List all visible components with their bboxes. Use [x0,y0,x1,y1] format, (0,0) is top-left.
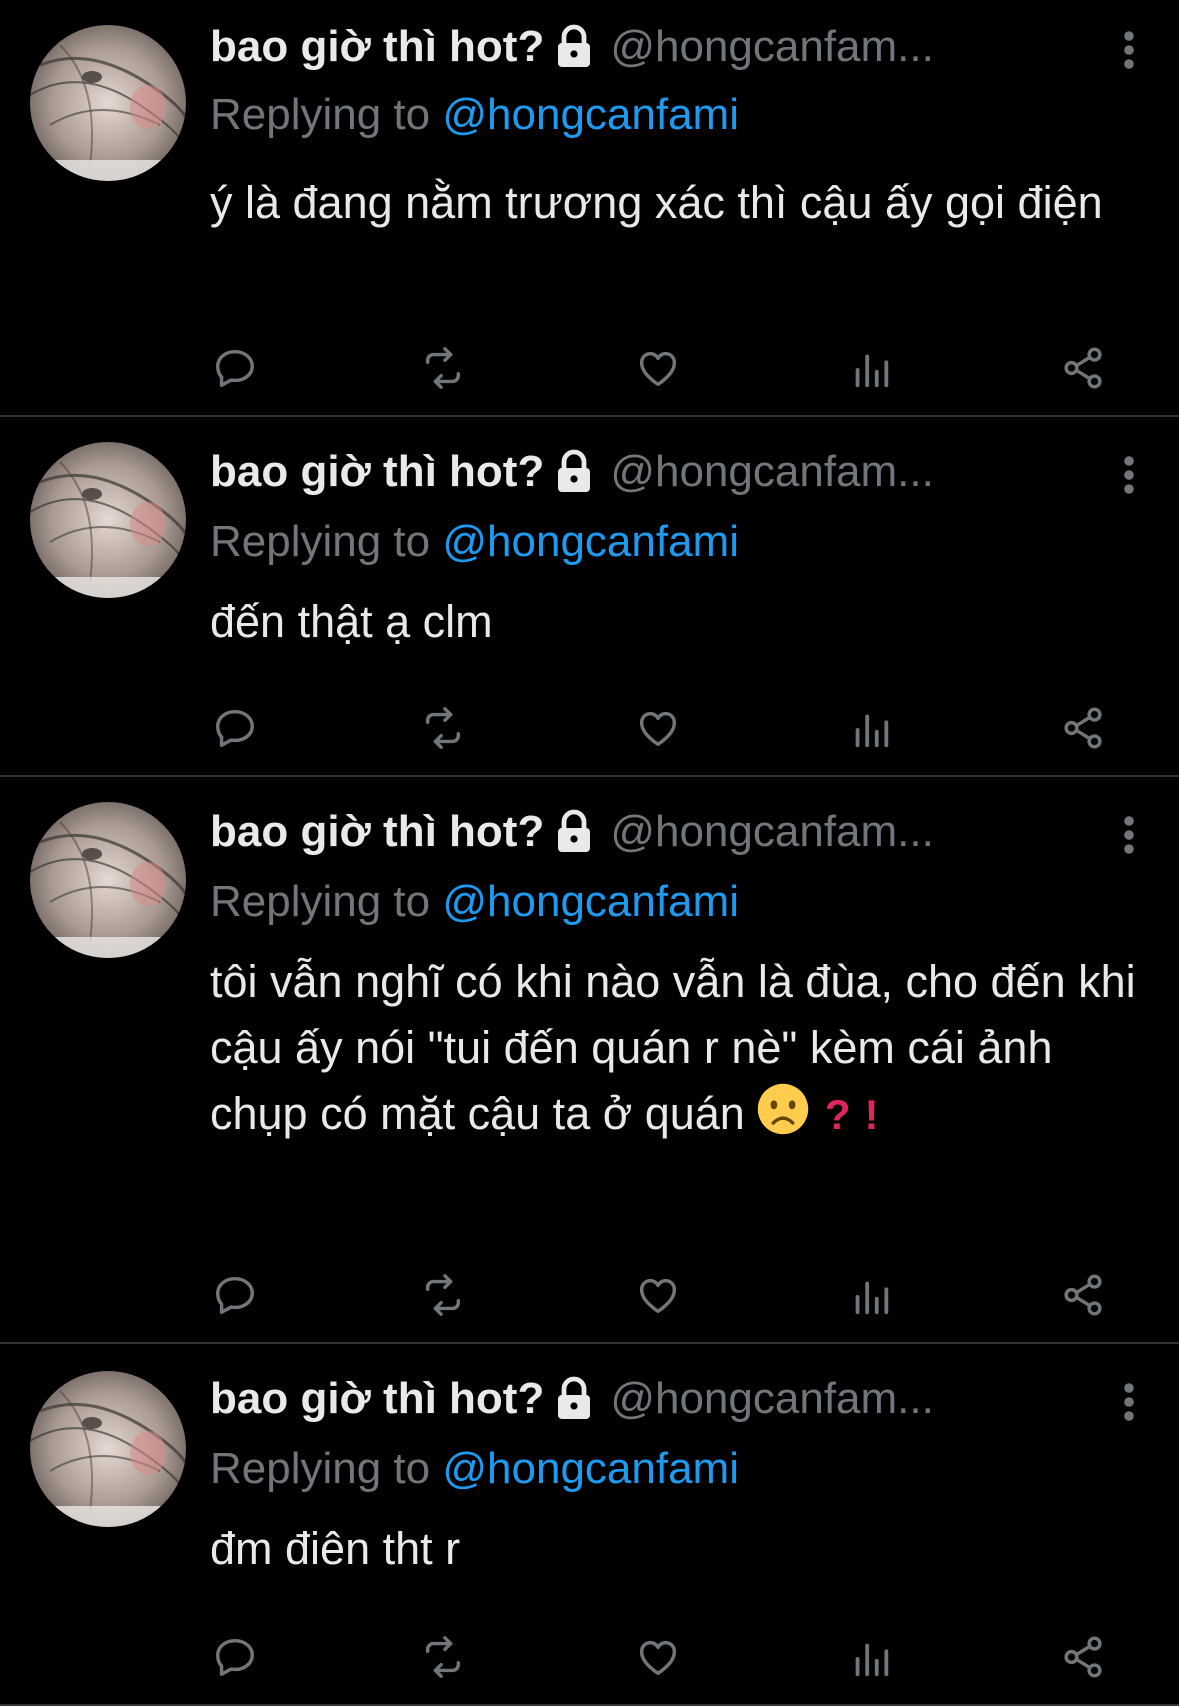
lock-icon [550,808,598,856]
replying-prefix: Replying to [210,877,443,926]
reply-icon[interactable] [212,1634,262,1684]
display-name[interactable]: bao giờ thì hot? [210,807,544,856]
replying-to-link[interactable]: @hongcanfami [442,517,739,566]
replying-to: Replying to @hongcanfami [210,1444,739,1494]
lock-icon [550,23,598,71]
retweet-icon[interactable] [420,345,470,395]
tweet-text: ý là đang nằm trương xác thì cậu ấy gọi … [210,177,1103,228]
tweet-1[interactable]: bao giờ thì hot? @hongcanfam... Replying … [0,0,1179,417]
user-handle[interactable]: @hongcanfam... [610,447,934,496]
avatar[interactable] [30,442,186,598]
retweet-icon[interactable] [420,705,470,755]
share-icon[interactable] [1060,1634,1110,1684]
replying-to-link[interactable]: @hongcanfami [442,1444,739,1493]
share-icon[interactable] [1060,705,1110,755]
heart-icon[interactable] [635,1272,685,1322]
analytics-icon[interactable] [848,1272,898,1322]
reply-icon[interactable] [212,345,262,395]
analytics-icon[interactable] [848,345,898,395]
tweet-header: bao giờ thì hot? @hongcanfam... [210,22,1090,82]
tweet-text: đm điên tht r [210,1523,461,1574]
tweet-2[interactable]: bao giờ thì hot? @hongcanfam... Replying … [0,417,1179,777]
reply-icon[interactable] [212,705,262,755]
lock-icon [550,448,598,496]
analytics-icon[interactable] [848,1634,898,1684]
user-handle[interactable]: @hongcanfam... [610,22,934,71]
worried-face-emoji [755,1081,811,1137]
tweet-text: đến thật ạ clm [210,596,493,647]
replying-prefix: Replying to [210,90,443,139]
avatar[interactable] [30,802,186,958]
replying-prefix: Replying to [210,517,443,566]
tweet-actions [210,1634,1110,1684]
heart-icon[interactable] [635,1634,685,1684]
more-vertical-icon[interactable] [1119,813,1139,857]
lock-icon [550,1375,598,1423]
share-icon[interactable] [1060,1272,1110,1322]
display-name[interactable]: bao giờ thì hot? [210,447,544,496]
analytics-icon[interactable] [848,705,898,755]
question-mark-emoji: ? [824,1091,851,1138]
display-name[interactable]: bao giờ thì hot? [210,22,544,71]
user-handle[interactable]: @hongcanfam... [610,1374,934,1423]
user-handle[interactable]: @hongcanfam... [610,807,934,856]
avatar[interactable] [30,1371,186,1527]
avatar[interactable] [30,25,186,181]
reply-icon[interactable] [212,1272,262,1322]
replying-to: Replying to @hongcanfami [210,517,739,567]
tweet-text: tôi vẫn nghĩ có khi nào vẫn là đùa, cho … [210,956,1136,1139]
tweet-actions [210,345,1110,395]
retweet-icon[interactable] [420,1634,470,1684]
retweet-icon[interactable] [420,1272,470,1322]
more-vertical-icon[interactable] [1119,28,1139,72]
replying-prefix: Replying to [210,1444,443,1493]
tweet-header: bao giờ thì hot? @hongcanfam... [210,807,1090,867]
tweet-header: bao giờ thì hot? @hongcanfam... [210,1374,1090,1434]
heart-icon[interactable] [635,345,685,395]
more-vertical-icon[interactable] [1119,1380,1139,1424]
tweet-4[interactable]: bao giờ thì hot? @hongcanfam... Replying … [0,1344,1179,1706]
replying-to: Replying to @hongcanfami [210,90,739,140]
tweet-actions [210,705,1110,755]
tweet-header: bao giờ thì hot? @hongcanfam... [210,447,1090,507]
replying-to-link[interactable]: @hongcanfami [442,90,739,139]
tweet-actions [210,1272,1110,1322]
replying-to-link[interactable]: @hongcanfami [442,877,739,926]
more-vertical-icon[interactable] [1119,453,1139,497]
share-icon[interactable] [1060,345,1110,395]
display-name[interactable]: bao giờ thì hot? [210,1374,544,1423]
heart-icon[interactable] [635,705,685,755]
replying-to: Replying to @hongcanfami [210,877,739,927]
tweet-3[interactable]: bao giờ thì hot? @hongcanfam... Replying … [0,777,1179,1344]
exclamation-mark-emoji: ! [864,1091,879,1138]
tweet-text-container: tôi vẫn nghĩ có khi nào vẫn là đùa, cho … [210,949,1160,1148]
